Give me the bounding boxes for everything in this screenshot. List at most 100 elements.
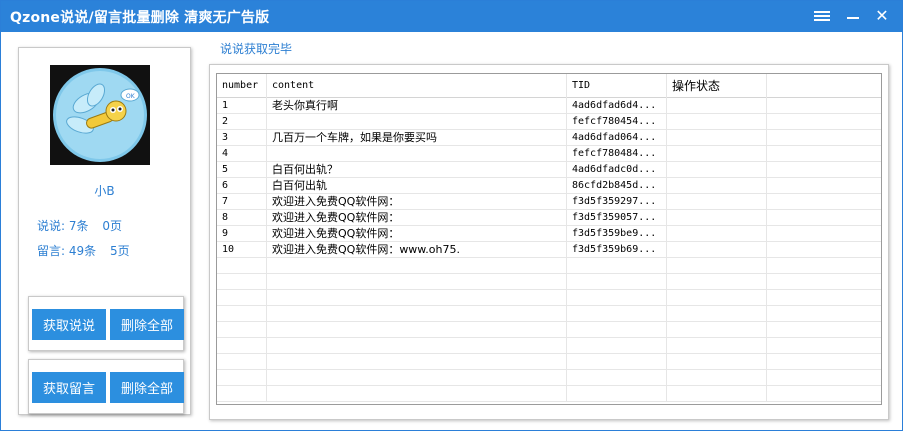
cell-tid: f3d5f359057...	[567, 210, 667, 226]
table-row[interactable]: 3 几百万一个车牌，如果是你要买吗 4ad6dfad064...	[217, 130, 881, 146]
cell-filler	[767, 162, 881, 178]
column-header-tid[interactable]: TID	[567, 74, 667, 98]
cell-filler	[767, 258, 881, 274]
cell-status	[667, 306, 767, 322]
close-icon[interactable]: ✕	[870, 5, 894, 27]
table-row[interactable]: 5 白百何出轨？ 4ad6dfadc0d...	[217, 162, 881, 178]
cell-content: 几百万一个车牌，如果是你要买吗	[267, 130, 567, 146]
cell-status	[667, 130, 767, 146]
cell-content: 老头你真行啊	[267, 98, 567, 114]
cell-content: 欢迎进入免费QQ软件网：www.oh75.	[267, 242, 567, 258]
column-header-content[interactable]: content	[267, 74, 567, 98]
table-row[interactable]: 7 欢迎进入免费QQ软件网： f3d5f359297...	[217, 194, 881, 210]
cell-content: 白百何出轨	[267, 178, 567, 194]
cell-content	[267, 322, 567, 338]
empty-row[interactable]	[217, 258, 881, 274]
cell-tid	[567, 306, 667, 322]
cell-tid: f3d5f359297...	[567, 194, 667, 210]
cell-content	[267, 354, 567, 370]
empty-row[interactable]	[217, 386, 881, 402]
cell-tid: f3d5f359be9...	[567, 226, 667, 242]
menu-icon[interactable]	[810, 5, 834, 27]
cell-filler	[767, 242, 881, 258]
cell-status	[667, 178, 767, 194]
table-row[interactable]: 9 欢迎进入免费QQ软件网： f3d5f359be9...	[217, 226, 881, 242]
empty-row[interactable]	[217, 322, 881, 338]
empty-row[interactable]	[217, 290, 881, 306]
cell-number	[217, 258, 267, 274]
cell-tid: fefcf780454...	[567, 114, 667, 130]
cell-number	[217, 290, 267, 306]
cell-content	[267, 258, 567, 274]
cell-number	[217, 306, 267, 322]
window-title: Qzone说说/留言批量删除 清爽无广告版	[10, 10, 270, 26]
column-header-number[interactable]: number	[217, 74, 267, 98]
cell-number: 4	[217, 146, 267, 162]
cell-content: 欢迎进入免费QQ软件网：	[267, 210, 567, 226]
table-row[interactable]: 6 白百何出轨 86cfd2b845d...	[217, 178, 881, 194]
cell-filler	[767, 98, 881, 114]
cell-filler	[767, 194, 881, 210]
cell-tid: fefcf780484...	[567, 146, 667, 162]
cell-filler	[767, 178, 881, 194]
shuoshuo-table[interactable]: number content TID 操作状态 1 老头你真行啊 4ad6dfad6…	[216, 73, 882, 405]
shuoshuo-label: 说说:	[37, 219, 66, 233]
column-header-filler	[767, 74, 881, 98]
message-stats: 留言: 49条 5页	[37, 242, 130, 259]
cell-content	[267, 146, 567, 162]
cell-number	[217, 338, 267, 354]
cell-status	[667, 322, 767, 338]
dragonfly-avatar-icon: OK	[50, 65, 150, 165]
cell-status	[667, 370, 767, 386]
delete-all-messages-button[interactable]: 删除全部	[110, 372, 184, 403]
cell-number: 1	[217, 98, 267, 114]
cell-number: 7	[217, 194, 267, 210]
minimize-icon[interactable]	[841, 5, 865, 27]
fetch-messages-button[interactable]: 获取留言	[32, 372, 106, 403]
empty-row[interactable]	[217, 370, 881, 386]
delete-all-shuoshuo-button[interactable]: 删除全部	[110, 309, 184, 340]
table-panel: number content TID 操作状态 1 老头你真行啊 4ad6dfad6…	[209, 64, 889, 420]
cell-status	[667, 226, 767, 242]
cell-number: 6	[217, 178, 267, 194]
table-row[interactable]: 2 fefcf780454...	[217, 114, 881, 130]
cell-number	[217, 354, 267, 370]
table-row[interactable]: 8 欢迎进入免费QQ软件网： f3d5f359057...	[217, 210, 881, 226]
profile-panel: OK 小B 说说: 7条 0页 留言: 49条 5页 获取说说 删除全部 获取留…	[18, 47, 191, 415]
cell-content	[267, 290, 567, 306]
cell-tid: f3d5f359b69...	[567, 242, 667, 258]
cell-filler	[767, 322, 881, 338]
cell-tid	[567, 386, 667, 402]
cell-number	[217, 322, 267, 338]
table-row[interactable]: 10 欢迎进入免费QQ软件网：www.oh75. f3d5f359b69...	[217, 242, 881, 258]
svg-text:OK: OK	[126, 93, 136, 100]
shuoshuo-count: 7条	[68, 219, 89, 233]
cell-status	[667, 98, 767, 114]
empty-row[interactable]	[217, 274, 881, 290]
cell-number: 9	[217, 226, 267, 242]
avatar: OK	[50, 65, 150, 165]
title-bar[interactable]: Qzone说说/留言批量删除 清爽无广告版 ✕	[1, 1, 902, 32]
cell-filler	[767, 306, 881, 322]
message-label: 留言:	[37, 244, 66, 258]
cell-tid	[567, 322, 667, 338]
cell-status	[667, 146, 767, 162]
table-row[interactable]: 1 老头你真行啊 4ad6dfad6d4...	[217, 98, 881, 114]
cell-tid: 86cfd2b845d...	[567, 178, 667, 194]
cell-number	[217, 386, 267, 402]
empty-row[interactable]	[217, 338, 881, 354]
cell-tid	[567, 258, 667, 274]
cell-tid	[567, 338, 667, 354]
empty-row[interactable]	[217, 306, 881, 322]
column-header-status[interactable]: 操作状态	[667, 74, 767, 98]
username: 小B	[94, 184, 115, 198]
cell-tid	[567, 370, 667, 386]
shuoshuo-pages: 0页	[102, 219, 122, 233]
empty-row[interactable]	[217, 354, 881, 370]
table-row[interactable]: 4 fefcf780484...	[217, 146, 881, 162]
message-button-group: 获取留言 删除全部	[28, 359, 184, 414]
status-text: 说说获取完毕	[220, 42, 293, 56]
cell-status	[667, 338, 767, 354]
fetch-shuoshuo-button[interactable]: 获取说说	[32, 309, 106, 340]
cell-content: 欢迎进入免费QQ软件网：	[267, 226, 567, 242]
